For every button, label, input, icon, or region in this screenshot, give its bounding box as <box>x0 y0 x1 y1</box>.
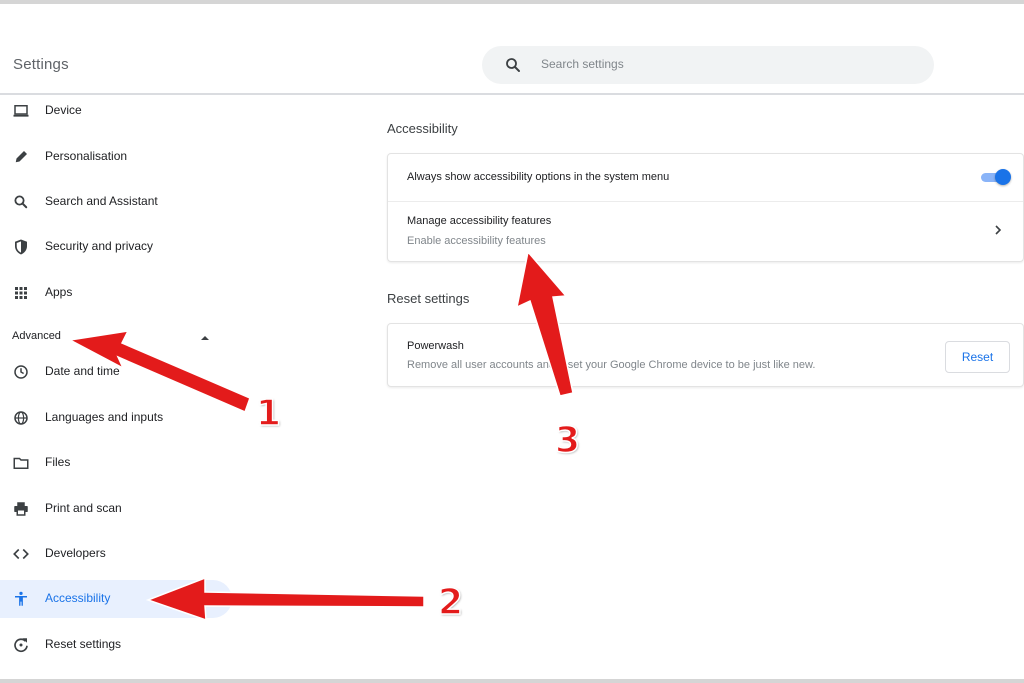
reset-card: Powerwash Remove all user accounts and r… <box>387 323 1024 387</box>
sidebar-item-security-and-privacy[interactable]: Security and privacy <box>0 228 232 266</box>
sidebar-item-reset-settings[interactable]: Reset settings <box>0 626 232 664</box>
caret-up-icon[interactable] <box>200 334 210 342</box>
search-input[interactable]: Search settings <box>541 57 624 71</box>
sidebar-item-date-and-time[interactable]: Date and time <box>0 353 232 391</box>
clock-icon <box>14 365 28 379</box>
manage-accessibility-row[interactable]: Manage accessibility features Enable acc… <box>388 202 1023 262</box>
search-box[interactable]: Search settings <box>482 46 934 84</box>
search-icon <box>14 195 28 209</box>
sidebar-item-print-and-scan[interactable]: Print and scan <box>0 490 232 528</box>
sidebar: Device Personalisation Search and Assist… <box>0 95 232 679</box>
sidebar-item-device[interactable]: Device <box>0 92 232 130</box>
accessibility-icon <box>15 591 27 606</box>
sidebar-item-label: Developers <box>45 546 106 560</box>
laptop-icon <box>13 105 29 117</box>
sidebar-item-files[interactable]: Files <box>0 444 232 482</box>
sidebar-item-label: Reset settings <box>45 637 122 651</box>
powerwash-label: Powerwash <box>407 340 464 352</box>
folder-icon <box>13 457 29 469</box>
sidebar-item-label: Personalisation <box>45 149 128 163</box>
sidebar-item-label: Apps <box>45 285 73 299</box>
code-icon <box>13 548 29 560</box>
sidebar-item-accessibility[interactable]: Accessibility <box>0 580 232 618</box>
chevron-right-icon[interactable] <box>994 225 1002 235</box>
always-show-accessibility-label: Always show accessibility options in the… <box>407 171 670 183</box>
annotation-number-1: 1 <box>255 392 282 435</box>
sidebar-item-label: Files <box>45 455 71 469</box>
powerwash-description: Remove all user accounts and reset your … <box>407 359 816 371</box>
sidebar-item-label: Date and time <box>45 364 120 378</box>
app-title: Settings <box>13 56 69 73</box>
printer-icon <box>14 502 28 516</box>
sidebar-item-developers[interactable]: Developers <box>0 535 232 573</box>
search-icon <box>506 58 520 72</box>
apps-grid-icon <box>15 287 27 299</box>
shield-icon <box>15 239 27 255</box>
sidebar-item-languages-and-inputs[interactable]: Languages and inputs <box>0 399 232 437</box>
accessibility-card: Always show accessibility options in the… <box>387 153 1024 262</box>
sidebar-item-label: Print and scan <box>45 501 122 515</box>
window-top-border <box>0 0 1024 4</box>
toggle-knob <box>995 169 1011 185</box>
sidebar-item-label: Search and Assistant <box>45 194 158 208</box>
sidebar-item-personalisation[interactable]: Personalisation <box>0 138 232 176</box>
sidebar-item-label: Languages and inputs <box>45 410 164 424</box>
manage-accessibility-label: Manage accessibility features <box>407 215 552 227</box>
reset-section-title: Reset settings <box>387 291 470 306</box>
reset-button[interactable]: Reset <box>945 341 1010 373</box>
window-bottom-border <box>0 679 1024 683</box>
pencil-icon <box>15 151 27 163</box>
sidebar-item-label: Device <box>45 103 82 117</box>
annotation-number-3: 3 <box>554 419 581 462</box>
annotation-number-2: 2 <box>437 581 464 624</box>
reset-icon <box>14 638 28 653</box>
globe-icon <box>14 411 28 425</box>
sidebar-item-search-and-assistant[interactable]: Search and Assistant <box>0 183 232 221</box>
sidebar-item-apps[interactable]: Apps <box>0 274 232 312</box>
manage-accessibility-sublabel: Enable accessibility features <box>407 235 546 247</box>
advanced-section-header[interactable]: Advanced <box>12 330 61 342</box>
sidebar-item-label: Security and privacy <box>45 239 154 253</box>
accessibility-section-title: Accessibility <box>387 121 458 136</box>
always-show-accessibility-toggle[interactable] <box>981 169 1011 185</box>
sidebar-item-label: Accessibility <box>45 591 111 605</box>
